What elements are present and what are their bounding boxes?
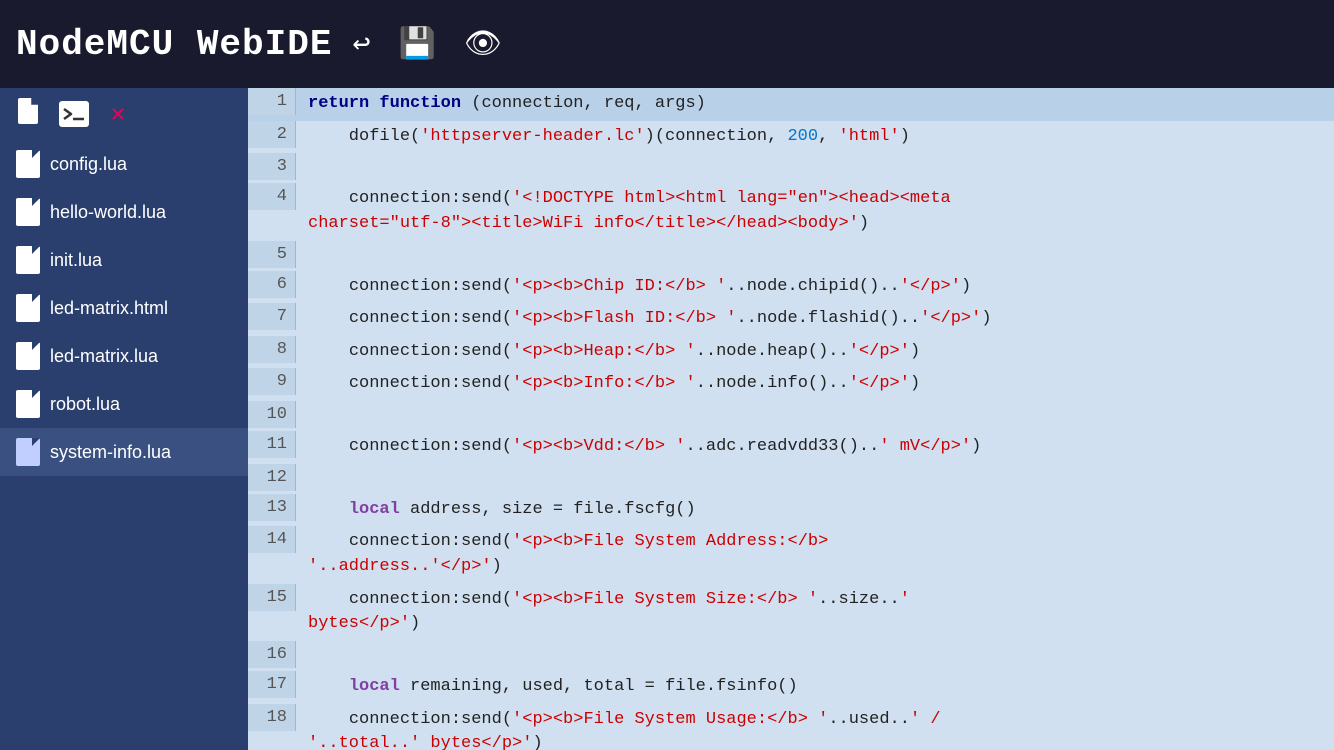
file-item-hello-world[interactable]: hello-world.lua xyxy=(0,188,248,236)
code-line-5: 5 xyxy=(248,241,1334,271)
line-content: connection:send('<p><b>Info:</b> '..node… xyxy=(296,368,1334,401)
line-number: 4 xyxy=(248,183,296,210)
code-line-7: 7 connection:send('<p><b>Flash ID:</b> '… xyxy=(248,303,1334,336)
line-content xyxy=(296,641,1334,649)
file-icon xyxy=(16,150,40,178)
code-line-16: 16 xyxy=(248,641,1334,671)
code-line-13: 13 local address, size = file.fscfg() xyxy=(248,494,1334,527)
undo-icon[interactable]: ↩ xyxy=(344,22,378,67)
new-file-button[interactable] xyxy=(12,96,48,132)
line-content: connection:send('<p><b>File System Size:… xyxy=(296,584,1334,641)
line-number: 7 xyxy=(248,303,296,330)
line-content xyxy=(296,153,1334,161)
line-content: connection:send('<p><b>File System Usage… xyxy=(296,704,1334,750)
line-content: connection:send('<!DOCTYPE html><html la… xyxy=(296,183,1334,240)
file-item-led-matrix-lua[interactable]: led-matrix.lua xyxy=(0,332,248,380)
line-content: connection:send('<p><b>File System Addre… xyxy=(296,526,1334,583)
file-item-robot[interactable]: robot.lua xyxy=(0,380,248,428)
line-number: 8 xyxy=(248,336,296,363)
file-name: config.lua xyxy=(50,154,127,175)
code-line-14: 14 connection:send('<p><b>File System Ad… xyxy=(248,526,1334,583)
file-item-led-matrix-html[interactable]: led-matrix.html xyxy=(0,284,248,332)
line-content: local address, size = file.fscfg() xyxy=(296,494,1334,527)
terminal-button[interactable] xyxy=(56,96,92,132)
sidebar-toolbar: ✕ xyxy=(0,88,248,140)
main-layout: ✕ config.lua hello-world.lua init.lua le… xyxy=(0,88,1334,750)
eye-icon[interactable]: 👁 xyxy=(456,22,510,67)
file-list: config.lua hello-world.lua init.lua led-… xyxy=(0,140,248,476)
line-number: 6 xyxy=(248,271,296,298)
code-line-4: 4 connection:send('<!DOCTYPE html><html … xyxy=(248,183,1334,240)
code-line-3: 3 xyxy=(248,153,1334,183)
save-icon[interactable]: 💾 xyxy=(391,22,444,67)
file-name: robot.lua xyxy=(50,394,120,415)
line-number: 17 xyxy=(248,671,296,698)
code-line-11: 11 connection:send('<p><b>Vdd:</b> '..ad… xyxy=(248,431,1334,464)
file-icon xyxy=(16,294,40,322)
line-number: 1 xyxy=(248,88,296,115)
line-number: 16 xyxy=(248,641,296,668)
line-number: 5 xyxy=(248,241,296,268)
code-line-2: 2 dofile('httpserver-header.lc')(connect… xyxy=(248,121,1334,154)
file-icon xyxy=(16,438,40,466)
file-name: hello-world.lua xyxy=(50,202,166,223)
line-number: 15 xyxy=(248,584,296,611)
line-content: connection:send('<p><b>Heap:</b> '..node… xyxy=(296,336,1334,369)
code-line-1: 1 return function (connection, req, args… xyxy=(248,88,1334,121)
close-button[interactable]: ✕ xyxy=(100,96,136,132)
code-line-6: 6 connection:send('<p><b>Chip ID:</b> '.… xyxy=(248,271,1334,304)
line-number: 13 xyxy=(248,494,296,521)
file-item-config[interactable]: config.lua xyxy=(0,140,248,188)
line-content: connection:send('<p><b>Flash ID:</b> '..… xyxy=(296,303,1334,336)
line-number: 10 xyxy=(248,401,296,428)
line-number: 18 xyxy=(248,704,296,731)
code-line-8: 8 connection:send('<p><b>Heap:</b> '..no… xyxy=(248,336,1334,369)
file-item-system-info[interactable]: system-info.lua xyxy=(0,428,248,476)
sidebar: ✕ config.lua hello-world.lua init.lua le… xyxy=(0,88,248,750)
line-number: 12 xyxy=(248,464,296,491)
line-content: connection:send('<p><b>Chip ID:</b> '..n… xyxy=(296,271,1334,304)
line-number: 14 xyxy=(248,526,296,553)
line-content: return function (connection, req, args) xyxy=(296,88,1334,121)
line-content: dofile('httpserver-header.lc')(connectio… xyxy=(296,121,1334,154)
code-area: 1 return function (connection, req, args… xyxy=(248,88,1334,750)
file-icon xyxy=(16,198,40,226)
code-line-15: 15 connection:send('<p><b>File System Si… xyxy=(248,584,1334,641)
file-icon xyxy=(16,246,40,274)
file-name: led-matrix.html xyxy=(50,298,168,319)
code-line-17: 17 local remaining, used, total = file.f… xyxy=(248,671,1334,704)
line-number: 9 xyxy=(248,368,296,395)
code-line-12: 12 xyxy=(248,464,1334,494)
line-number: 2 xyxy=(248,121,296,148)
line-content: connection:send('<p><b>Vdd:</b> '..adc.r… xyxy=(296,431,1334,464)
line-content xyxy=(296,401,1334,409)
line-content xyxy=(296,464,1334,472)
line-number: 11 xyxy=(248,431,296,458)
code-editor[interactable]: 1 return function (connection, req, args… xyxy=(248,88,1334,750)
file-icon xyxy=(16,390,40,418)
file-item-init[interactable]: init.lua xyxy=(0,236,248,284)
line-content xyxy=(296,241,1334,249)
file-icon xyxy=(16,342,40,370)
app-title: NodeMCU WebIDE xyxy=(16,24,332,65)
line-content: local remaining, used, total = file.fsin… xyxy=(296,671,1334,704)
file-name: init.lua xyxy=(50,250,102,271)
header: NodeMCU WebIDE ↩ 💾 👁 xyxy=(0,0,1334,88)
code-line-18: 18 connection:send('<p><b>File System Us… xyxy=(248,704,1334,750)
code-line-10: 10 xyxy=(248,401,1334,431)
file-name: system-info.lua xyxy=(50,442,171,463)
file-name: led-matrix.lua xyxy=(50,346,158,367)
code-line-9: 9 connection:send('<p><b>Info:</b> '..no… xyxy=(248,368,1334,401)
line-number: 3 xyxy=(248,153,296,180)
